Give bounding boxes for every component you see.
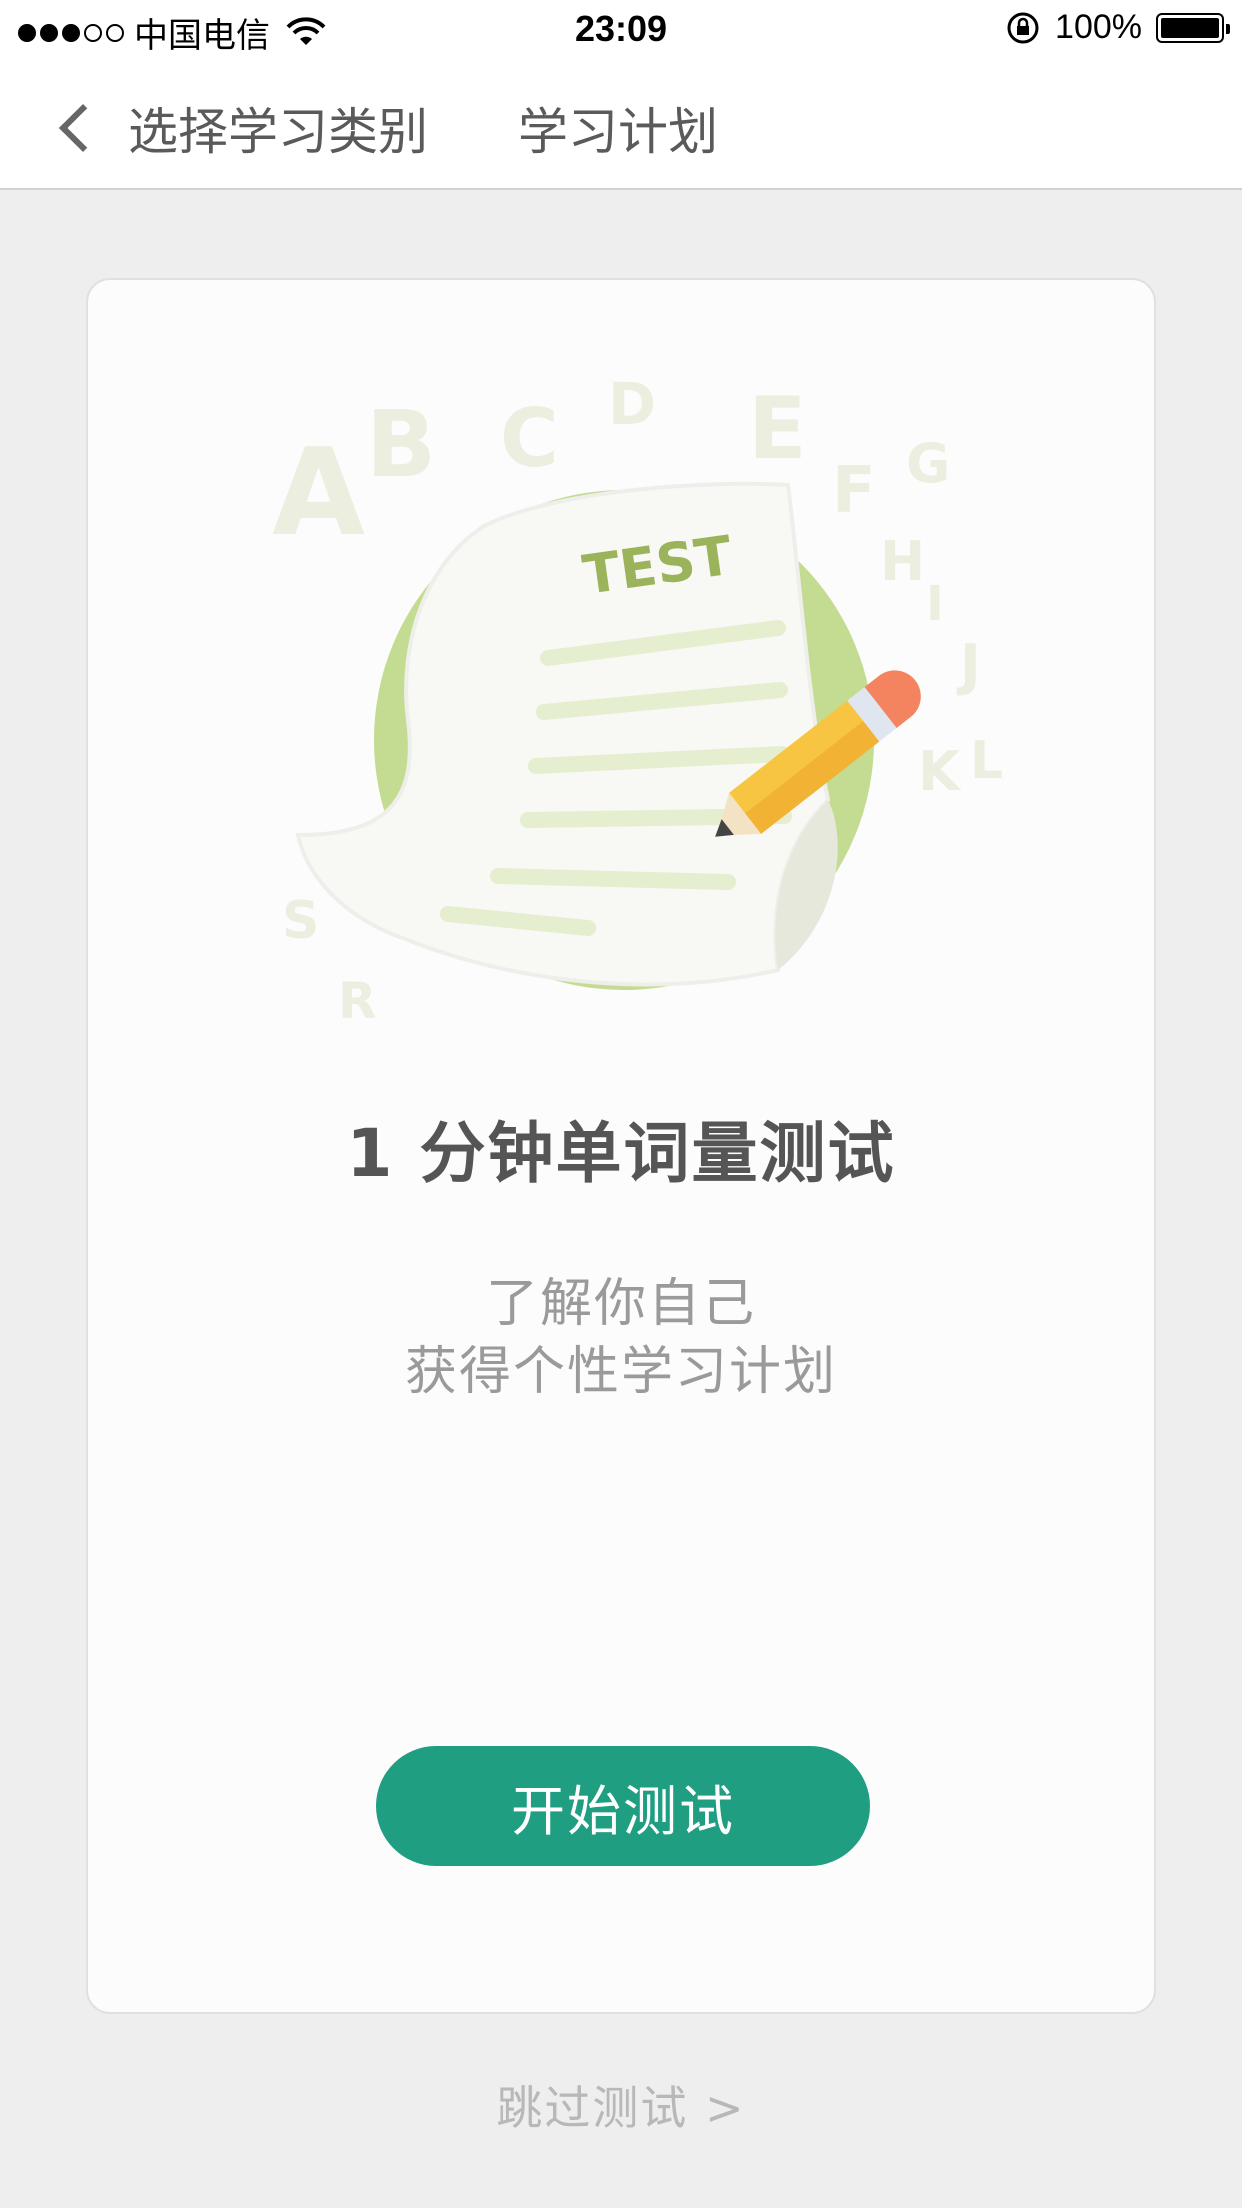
test-illustration: A B C D E F G H I J K L S R TEST: [272, 370, 1003, 1030]
letter-E: E: [748, 379, 807, 479]
letter-G: G: [906, 432, 950, 495]
navigation-bar: 选择学习类别 学习计划: [0, 62, 1242, 190]
skip-test-link[interactable]: 跳过测试 >: [0, 2072, 1242, 2138]
back-button-label: 选择学习类别: [128, 103, 428, 161]
battery-icon: [1156, 12, 1230, 43]
subtitle-line-2: 获得个性学习计划: [404, 1342, 837, 1402]
letter-C: C: [500, 392, 559, 485]
letter-F: F: [832, 454, 876, 528]
letter-K: K: [918, 740, 962, 803]
letter-L: L: [970, 731, 1003, 791]
orientation-lock-icon: [1007, 12, 1039, 43]
letter-B: B: [366, 391, 436, 498]
subtitle-line-1: 了解你自己: [485, 1274, 756, 1334]
letter-J: J: [956, 633, 981, 698]
letter-R: R: [338, 972, 377, 1030]
letter-S: S: [282, 891, 319, 951]
letter-D: D: [608, 370, 656, 438]
battery-percent: 100%: [1055, 8, 1142, 46]
status-bar: 中国电信 23:09 100%: [0, 0, 1242, 62]
page-title: 学习计划: [518, 103, 718, 161]
test-card: A B C D E F G H I J K L S R TEST 1 分钟单词量…: [86, 278, 1156, 2014]
test-subtitle: 了解你自己 获得个性学习计划: [88, 1270, 1154, 1406]
chevron-left-icon: [58, 103, 108, 153]
back-button[interactable]: 选择学习类别: [56, 92, 428, 164]
start-test-button[interactable]: 开始测试: [376, 1746, 870, 1866]
test-title: 1 分钟单词量测试: [346, 1115, 896, 1192]
letter-A: A: [272, 424, 365, 563]
letter-I: I: [926, 576, 944, 632]
status-right: 100%: [1005, 8, 1230, 47]
letter-H: H: [880, 530, 925, 593]
